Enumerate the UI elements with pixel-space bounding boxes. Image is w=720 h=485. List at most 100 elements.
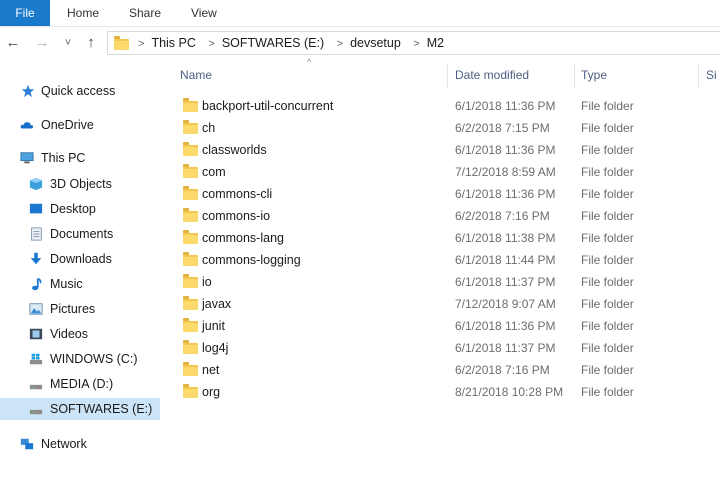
chevron-right-icon[interactable]: > <box>337 33 343 55</box>
file-type: File folder <box>581 187 634 201</box>
breadcrumb-softwares[interactable]: SOFTWARES (E:) <box>222 32 324 54</box>
file-row[interactable]: io 6/1/2018 11:37 PM File folder <box>160 271 720 293</box>
sidebar-item-label: Quick access <box>41 84 116 98</box>
breadcrumb-this-pc[interactable]: This PC <box>151 32 195 54</box>
chevron-right-icon[interactable]: > <box>208 33 214 55</box>
file-type: File folder <box>581 99 634 113</box>
file-name: io <box>202 275 212 289</box>
file-date: 6/1/2018 11:36 PM <box>455 143 556 157</box>
file-date: 6/2/2018 7:16 PM <box>455 209 550 223</box>
folder-icon <box>183 120 198 134</box>
sidebar-item-softwares-e[interactable]: SOFTWARES (E:) <box>0 398 160 420</box>
drive-icon <box>29 409 43 415</box>
sidebar-item-label: WINDOWS (C:) <box>50 352 138 366</box>
file-row[interactable]: backport-util-concurrent 6/1/2018 11:36 P… <box>160 95 720 117</box>
folder-icon <box>183 164 198 178</box>
folder-icon <box>114 36 129 50</box>
file-name: commons-cli <box>202 187 273 201</box>
file-name: javax <box>202 297 232 311</box>
sidebar-item-label: 3D Objects <box>50 177 112 191</box>
file-date: 6/1/2018 11:37 PM <box>455 275 556 289</box>
recent-locations-button[interactable]: ˅ <box>61 27 75 59</box>
file-name: net <box>202 363 220 377</box>
sidebar-item-label: Music <box>50 277 83 291</box>
column-divider[interactable] <box>447 64 448 88</box>
file-name: backport-util-concurrent <box>202 99 334 113</box>
folder-icon <box>183 340 198 354</box>
tab-home[interactable]: Home <box>67 0 99 26</box>
file-row[interactable]: commons-logging 6/1/2018 11:44 PM File fol… <box>160 249 720 271</box>
file-row[interactable]: classworlds 6/1/2018 11:36 PM File folder <box>160 139 720 161</box>
file-name: log4j <box>202 341 229 355</box>
sidebar-item-media-d[interactable]: MEDIA (D:) <box>0 373 160 395</box>
file-row[interactable]: org 8/21/2018 10:28 PM File folder <box>160 381 720 403</box>
address-bar[interactable]: > This PC > SOFTWARES (E:) > devsetup > M2 <box>107 31 720 55</box>
star-icon <box>21 84 35 98</box>
sidebar-item-documents[interactable]: Documents <box>0 223 160 245</box>
file-name: org <box>202 385 221 399</box>
file-row[interactable]: net 6/2/2018 7:16 PM File folder <box>160 359 720 381</box>
breadcrumb-devsetup[interactable]: devsetup <box>350 32 401 54</box>
sidebar-item-desktop[interactable]: Desktop <box>0 198 160 220</box>
file-date: 6/1/2018 11:37 PM <box>455 341 556 355</box>
sidebar-item-label: MEDIA (D:) <box>50 377 114 391</box>
tab-share[interactable]: Share <box>129 0 161 26</box>
desktop-icon <box>29 203 43 214</box>
forward-button[interactable]: → <box>33 27 51 59</box>
column-header-type[interactable]: Type <box>581 62 607 88</box>
file-date: 7/12/2018 9:07 AM <box>455 297 556 311</box>
sidebar-item-music[interactable]: Music <box>0 273 160 295</box>
sidebar-item-windows-c[interactable]: WINDOWS (C:) <box>0 348 160 370</box>
folder-icon <box>183 230 198 244</box>
chevron-right-icon[interactable]: > <box>413 33 419 55</box>
column-header-date-modified[interactable]: Date modified <box>455 62 529 88</box>
file-type: File folder <box>581 385 634 399</box>
sidebar-item-onedrive[interactable]: OneDrive <box>0 114 160 136</box>
file-row[interactable]: javax 7/12/2018 9:07 AM File folder <box>160 293 720 315</box>
folder-icon <box>183 384 198 398</box>
file-type: File folder <box>581 297 634 311</box>
column-header-name[interactable]: Name <box>180 62 212 88</box>
sidebar-item-label: Videos <box>50 327 88 341</box>
sidebar-item-network[interactable]: Network <box>0 433 160 455</box>
file-row[interactable]: commons-cli 6/1/2018 11:36 PM File folder <box>160 183 720 205</box>
file-name: commons-logging <box>202 253 301 267</box>
file-row[interactable]: ch 6/2/2018 7:15 PM File folder <box>160 117 720 139</box>
file-row[interactable]: commons-lang 6/1/2018 11:38 PM File folder <box>160 227 720 249</box>
sidebar-item-downloads[interactable]: Downloads <box>0 248 160 270</box>
breadcrumb-m2[interactable]: M2 <box>427 32 444 54</box>
sidebar-item-3d-objects[interactable]: 3D Objects <box>0 173 160 195</box>
sidebar-item-label: Documents <box>50 227 114 241</box>
file-type: File folder <box>581 275 634 289</box>
back-button[interactable]: ← <box>4 27 22 59</box>
navigation-bar: ← → ˅ ↑ > This PC > SOFTWARES (E:) > devset… <box>0 27 720 59</box>
file-type: File folder <box>581 165 634 179</box>
breadcrumb: > This PC > SOFTWARES (E:) > devsetup > M2 <box>136 32 444 54</box>
column-divider[interactable] <box>698 64 699 88</box>
column-header-size[interactable]: Si <box>706 62 717 88</box>
file-date: 8/21/2018 10:28 PM <box>455 385 564 399</box>
file-date: 7/12/2018 8:59 AM <box>455 165 556 179</box>
sidebar-item-this-pc[interactable]: This PC <box>0 147 160 169</box>
file-date: 6/2/2018 7:15 PM <box>455 121 550 135</box>
file-row[interactable]: junit 6/1/2018 11:36 PM File folder <box>160 315 720 337</box>
up-button[interactable]: ↑ <box>83 27 99 59</box>
tab-view[interactable]: View <box>191 0 217 26</box>
sidebar-item-quick-access[interactable]: Quick access <box>0 80 160 102</box>
file-date: 6/1/2018 11:44 PM <box>455 253 556 267</box>
tab-file[interactable]: File <box>0 0 50 26</box>
file-type: File folder <box>581 341 634 355</box>
sidebar-item-pictures[interactable]: Pictures <box>0 298 160 320</box>
file-row[interactable]: commons-io 6/2/2018 7:16 PM File folder <box>160 205 720 227</box>
folder-icon <box>183 252 198 266</box>
file-name: com <box>202 165 226 179</box>
sidebar-item-videos[interactable]: Videos <box>0 323 160 345</box>
sidebar-item-label: Network <box>41 437 87 451</box>
file-row[interactable]: log4j 6/1/2018 11:37 PM File folder <box>160 337 720 359</box>
documents-icon <box>31 227 42 241</box>
column-divider[interactable] <box>574 64 575 88</box>
file-row[interactable]: com 7/12/2018 8:59 AM File folder <box>160 161 720 183</box>
chevron-right-icon[interactable]: > <box>138 33 144 55</box>
download-icon <box>30 252 42 265</box>
computer-icon <box>20 152 34 164</box>
